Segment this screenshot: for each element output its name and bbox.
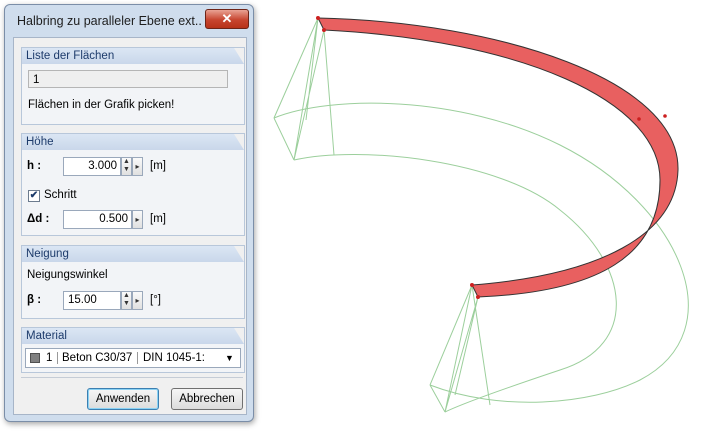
dialog-content: Liste der Flächen 1 Flächen in der Grafi… xyxy=(13,37,247,415)
dialog-titlebar[interactable]: Halbring zu paralleler Ebene ext... ✕ xyxy=(5,5,253,39)
height-spinner[interactable]: ▲ ▼ xyxy=(121,157,132,176)
height-group: Höhe h : 3.000 ▲ ▼ ▸ [m] ✔ Schritt Δd : 0… xyxy=(21,133,245,236)
extrusion-wireframe xyxy=(273,17,689,413)
right-post-lines xyxy=(429,284,491,413)
material-group: Material 1 Beton C30/37 DIN 1045-1: ▼ xyxy=(21,327,245,373)
h-label: h : xyxy=(27,160,42,172)
surface-list-header: Liste der Flächen xyxy=(22,48,244,64)
half-ring-surface[interactable] xyxy=(317,17,679,298)
material-norm: DIN 1045-1: xyxy=(143,352,206,364)
surface-list-field[interactable]: 1 xyxy=(28,70,228,88)
material-color-swatch xyxy=(30,353,40,363)
dialog-title: Halbring zu paralleler Ebene ext... xyxy=(17,14,202,28)
close-button[interactable]: ✕ xyxy=(205,9,249,29)
surface-node[interactable] xyxy=(322,28,326,32)
surface-node[interactable] xyxy=(316,16,320,20)
surface-list-title: Liste der Flächen xyxy=(26,50,115,62)
chevron-down-icon[interactable]: ▼ xyxy=(225,349,234,367)
slope-menu-arrow[interactable]: ▸ xyxy=(132,291,143,310)
pick-hint: Flächen in der Grafik picken! xyxy=(28,99,175,111)
height-unit: [m] xyxy=(150,160,166,172)
height-input[interactable]: 3.000 xyxy=(63,157,121,176)
slope-group: Neigung Neigungswinkel β : 15.00 ▲ ▼ ▸ [°… xyxy=(21,245,245,319)
apply-button[interactable]: Anwenden xyxy=(87,388,159,410)
surface-node[interactable] xyxy=(470,283,474,287)
step-label: Schritt xyxy=(44,189,77,201)
height-menu-arrow[interactable]: ▸ xyxy=(132,157,143,176)
surface-node[interactable] xyxy=(637,117,641,121)
cancel-button[interactable]: Abbrechen xyxy=(171,388,243,410)
beta-label: β : xyxy=(27,294,42,306)
slope-angle-title: Neigungswinkel xyxy=(27,269,108,281)
step-menu-arrow[interactable]: ▸ xyxy=(132,210,143,229)
height-header: Höhe xyxy=(22,134,244,150)
step-unit: [m] xyxy=(150,213,166,225)
surface-list-group: Liste der Flächen 1 Flächen in der Grafi… xyxy=(21,47,245,125)
material-title: Material xyxy=(26,330,67,342)
height-title: Höhe xyxy=(26,136,54,148)
surface-node[interactable] xyxy=(663,114,667,118)
button-divider xyxy=(21,377,243,378)
slope-unit: [°] xyxy=(150,294,161,306)
slope-angle-spinner[interactable]: ▲ ▼ xyxy=(121,291,132,310)
slope-title: Neigung xyxy=(26,248,69,260)
step-input[interactable]: 0.500 xyxy=(63,210,132,229)
material-name: Beton C30/37 xyxy=(62,352,133,364)
slope-header: Neigung xyxy=(22,246,244,262)
step-checkbox[interactable]: ✔ xyxy=(28,190,40,202)
left-post-lines xyxy=(273,17,335,161)
slope-angle-input[interactable]: 15.00 xyxy=(63,291,121,310)
surface-node[interactable] xyxy=(476,295,480,299)
material-select[interactable]: 1 Beton C30/37 DIN 1045-1: ▼ xyxy=(25,348,241,368)
extrude-dialog: Halbring zu paralleler Ebene ext... ✕ Li… xyxy=(4,4,254,422)
material-header: Material xyxy=(22,328,244,344)
delta-label: Δd : xyxy=(27,213,50,225)
material-number: 1 xyxy=(46,352,53,364)
